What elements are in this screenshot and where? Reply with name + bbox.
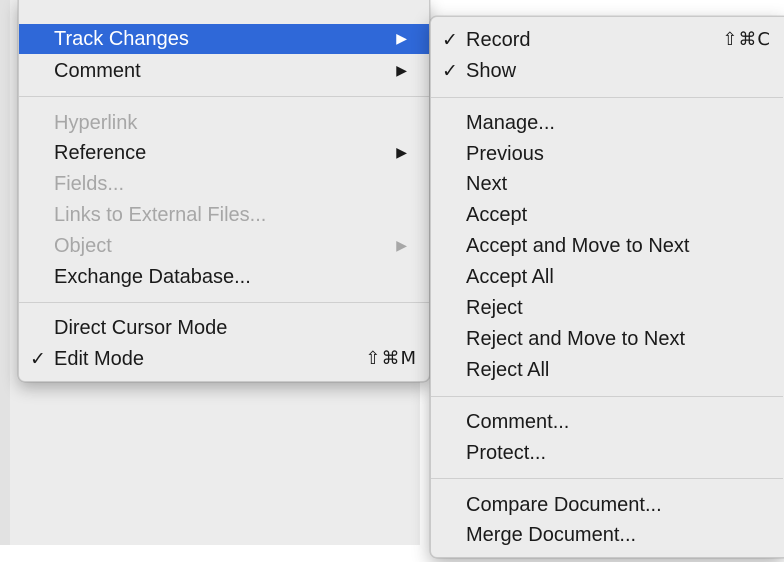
menu-item-label: Accept — [466, 204, 528, 226]
submenu-item-record[interactable]: ✓ Record ⇧⌘C — [431, 25, 783, 55]
menu-item-label: Accept All — [466, 266, 554, 288]
menu-item-label: Merge Document... — [466, 524, 637, 546]
menu-item-label: Edit Mode — [54, 348, 145, 370]
submenu-arrow-icon: ▶ — [396, 238, 407, 254]
menu-item-label: Accept and Move to Next — [466, 235, 690, 257]
keyboard-shortcut: ⇧⌘C — [722, 29, 771, 50]
edit-menu: Track Changes ▶ Comment ▶ Hyperlink Refe… — [18, 0, 430, 382]
submenu-item-reject-and-move-to-next[interactable]: Reject and Move to Next — [431, 324, 783, 354]
menu-item-links-to-external-files: Links to External Files... — [19, 200, 429, 230]
submenu-item-reject[interactable]: Reject — [431, 293, 783, 323]
checkmark-icon: ✓ — [442, 60, 458, 82]
menu-item-label: Comment... — [466, 411, 570, 433]
menu-separator — [431, 97, 783, 98]
menu-item-label: Compare Document... — [466, 494, 662, 516]
submenu-item-show[interactable]: ✓ Show — [431, 56, 783, 86]
menu-item-label: Next — [466, 173, 508, 195]
submenu-item-reject-all[interactable]: Reject All — [431, 355, 783, 385]
menu-separator — [19, 96, 429, 97]
submenu-item-compare-document[interactable]: Compare Document... — [431, 490, 783, 520]
menu-item-label: Track Changes — [54, 28, 189, 50]
menu-item-label: Reference — [54, 142, 147, 164]
menu-item-label: Reject All — [466, 359, 550, 381]
menu-separator — [431, 478, 783, 479]
menu-item-reference[interactable]: Reference ▶ — [19, 138, 429, 168]
menu-item-hyperlink: Hyperlink — [19, 108, 429, 138]
menu-item-label: Exchange Database... — [54, 266, 251, 288]
menu-item-label: Previous — [466, 143, 544, 165]
submenu-item-manage[interactable]: Manage... — [431, 108, 783, 138]
submenu-item-accept[interactable]: Accept — [431, 200, 783, 230]
menu-item-object: Object ▶ — [19, 231, 429, 261]
submenu-arrow-icon: ▶ — [396, 63, 407, 79]
menu-item-label: Comment — [54, 60, 141, 82]
menu-item-label: Fields... — [54, 173, 125, 195]
menu-item-label: Reject and Move to Next — [466, 328, 685, 350]
menu-separator — [19, 302, 429, 303]
submenu-item-accept-and-move-to-next[interactable]: Accept and Move to Next — [431, 231, 783, 261]
submenu-item-merge-document[interactable]: Merge Document... — [431, 520, 783, 550]
checkmark-icon: ✓ — [30, 348, 46, 370]
submenu-arrow-icon: ▶ — [396, 31, 407, 47]
submenu-item-previous[interactable]: Previous — [431, 139, 783, 169]
menu-item-label: Protect... — [466, 442, 547, 464]
menu-item-edit-mode[interactable]: ✓ Edit Mode ⇧⌘M — [19, 344, 429, 374]
submenu-item-next[interactable]: Next — [431, 169, 783, 199]
submenu-item-accept-all[interactable]: Accept All — [431, 262, 783, 292]
menu-item-label: Links to External Files... — [54, 204, 267, 226]
window-edge — [0, 0, 10, 562]
menu-item-label: Reject — [466, 297, 523, 319]
menu-item-fields: Fields... — [19, 169, 429, 199]
menu-item-label: Manage... — [466, 112, 555, 134]
menu-item-label: Hyperlink — [54, 112, 138, 134]
menu-item-label: Object — [54, 235, 112, 257]
menu-item-label: Record — [466, 29, 531, 51]
submenu-item-comment[interactable]: Comment... — [431, 407, 783, 437]
menu-separator — [431, 396, 783, 397]
checkmark-icon: ✓ — [442, 29, 458, 51]
keyboard-shortcut: ⇧⌘M — [365, 348, 417, 369]
menu-item-direct-cursor-mode[interactable]: Direct Cursor Mode — [19, 313, 429, 343]
menu-item-exchange-database[interactable]: Exchange Database... — [19, 262, 429, 292]
menu-item-label: Direct Cursor Mode — [54, 317, 228, 339]
submenu-arrow-icon: ▶ — [396, 145, 407, 161]
submenu-item-protect[interactable]: Protect... — [431, 438, 783, 468]
menu-item-label: Show — [466, 60, 517, 82]
track-changes-submenu: ✓ Record ⇧⌘C ✓ Show Manage... Previous N… — [430, 16, 784, 558]
menu-item-track-changes[interactable]: Track Changes ▶ — [19, 24, 429, 54]
menu-item-comment[interactable]: Comment ▶ — [19, 56, 429, 86]
